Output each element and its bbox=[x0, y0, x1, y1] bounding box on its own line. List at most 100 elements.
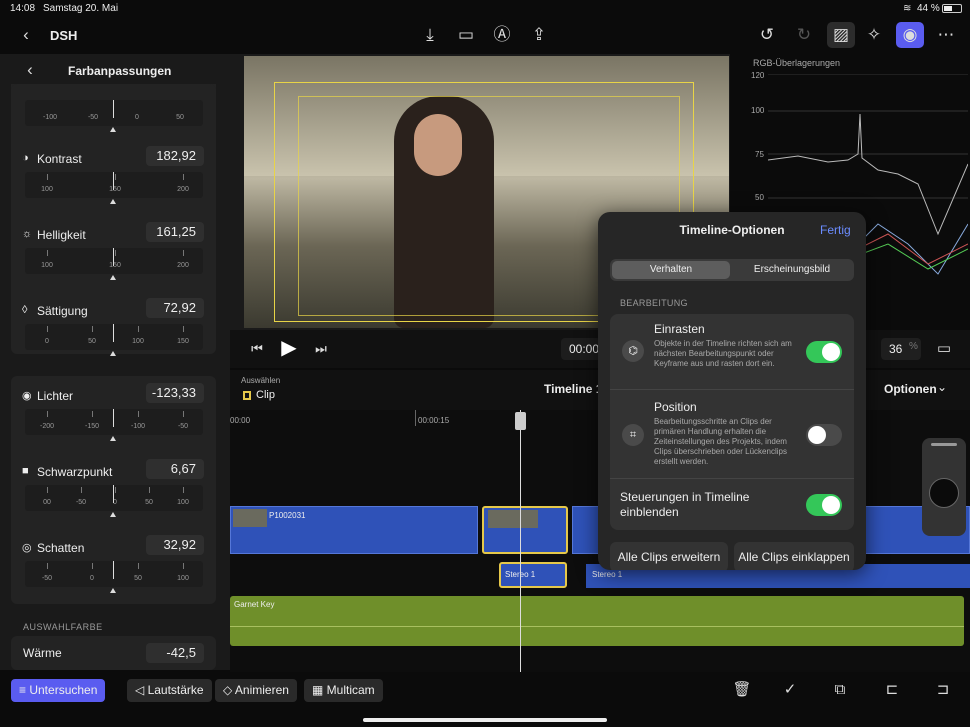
skip-forward-icon[interactable]: ⏭ bbox=[307, 336, 335, 362]
done-button[interactable]: Fertig bbox=[820, 223, 851, 237]
inspector-icon[interactable]: ◉ bbox=[896, 22, 924, 48]
clip-thumb bbox=[233, 509, 267, 527]
tab-behavior[interactable]: Verhalten bbox=[612, 261, 730, 279]
scope-tick-50: 50 bbox=[755, 193, 764, 202]
slider-tick bbox=[183, 487, 184, 493]
param-slider[interactable]: 100 150 200 bbox=[25, 172, 203, 204]
ruler-mark bbox=[415, 410, 416, 426]
playhead[interactable] bbox=[520, 410, 521, 672]
slider-tick-label: 100 bbox=[41, 186, 53, 193]
options-button[interactable]: Optionen bbox=[884, 382, 937, 396]
param-value[interactable]: -123,33 bbox=[146, 383, 204, 403]
clip-selected[interactable] bbox=[482, 506, 568, 554]
warmth-value[interactable]: -42,5 bbox=[146, 643, 204, 663]
highlights-icon: ◉ bbox=[22, 390, 32, 402]
ruler-start: 00:00 bbox=[230, 416, 251, 425]
speaker-icon: ◁ bbox=[135, 683, 148, 697]
param-value[interactable]: 32,92 bbox=[146, 535, 204, 555]
slider-tick bbox=[138, 563, 139, 569]
jog-control[interactable] bbox=[922, 438, 966, 536]
segmented-control: Verhalten Erscheinungsbild bbox=[610, 259, 854, 281]
snap-toggle[interactable] bbox=[806, 341, 842, 363]
position-icon: ⌗ bbox=[622, 424, 644, 446]
volume-button[interactable]: ◁ Lautstärke bbox=[127, 679, 212, 702]
top-ruler[interactable]: -100 -50 0 50 bbox=[25, 100, 203, 132]
expand-all-button[interactable]: Alle Clips erweitern bbox=[610, 542, 728, 570]
timeline-options-popover: Timeline-Optionen Fertig Verhalten Ersch… bbox=[598, 212, 866, 570]
contrast-icon: ◑ bbox=[22, 152, 29, 164]
param-slider[interactable]: 0 50 100 150 bbox=[25, 324, 203, 356]
param-slider[interactable]: -50 0 50 100 bbox=[25, 561, 203, 593]
clip-main-label: P1002031 bbox=[269, 511, 306, 520]
jog-wheel-icon[interactable] bbox=[929, 478, 959, 508]
slider-marker bbox=[110, 351, 116, 356]
slider-tick bbox=[149, 487, 150, 493]
share-icon[interactable]: ⇪ bbox=[525, 22, 553, 48]
multicam-button[interactable]: ▦ Multicam bbox=[304, 679, 383, 702]
slider-indicator bbox=[113, 409, 114, 427]
trim-end-icon[interactable]: ⊐ bbox=[929, 677, 957, 703]
param-row-kontrast: ◑ Kontrast 182,92 100 150 200 bbox=[11, 142, 216, 218]
photo-icon[interactable]: ▨ bbox=[827, 22, 855, 48]
chevron-left-icon[interactable]: ‹ bbox=[16, 57, 44, 83]
animate-button[interactable]: ◇ Animieren bbox=[215, 679, 297, 702]
slider-indicator bbox=[113, 324, 114, 342]
effects-icon[interactable]: ✧ bbox=[860, 22, 888, 48]
select-value[interactable]: Clip bbox=[256, 389, 275, 401]
slider-indicator bbox=[113, 248, 114, 266]
display-icon[interactable]: ▭ bbox=[930, 336, 958, 362]
tab-appearance[interactable]: Erscheinungsbild bbox=[732, 261, 852, 279]
redo-icon[interactable]: ↻ bbox=[790, 22, 818, 48]
color-adjustments-panel: ‹ Farbanpassungen -100 -50 0 50 ◑ Kontras… bbox=[0, 54, 230, 670]
position-toggle[interactable] bbox=[806, 424, 842, 446]
trash-icon[interactable]: 🗑 bbox=[728, 677, 756, 703]
param-slider[interactable]: -200 -150 -100 -50 bbox=[25, 409, 203, 441]
param-value[interactable]: 182,92 bbox=[146, 146, 204, 166]
battery-icon bbox=[942, 4, 962, 13]
bottom-toolbar: ≡ Untersuchen ◁ Lautstärke ◇ Animieren ▦… bbox=[0, 672, 970, 727]
param-slider[interactable]: 100 150 200 bbox=[25, 248, 203, 280]
slider-tick bbox=[81, 487, 82, 493]
grid-icon: ▦ bbox=[312, 683, 327, 697]
slider-tick-label: -50 bbox=[75, 499, 87, 506]
clip-main[interactable]: P1002031 bbox=[230, 506, 478, 554]
checkmark-icon[interactable]: ✓ bbox=[776, 677, 804, 703]
param-value[interactable]: 72,92 bbox=[146, 298, 204, 318]
trim-start-icon[interactable]: ⊏ bbox=[878, 677, 906, 703]
chevron-left-icon[interactable]: ‹ bbox=[12, 22, 40, 48]
brightness-icon: ☼ bbox=[22, 228, 33, 240]
slider-tick-label: 0 bbox=[90, 575, 94, 582]
position-desc: Bearbeitungsschritte an Clips der primär… bbox=[654, 417, 787, 466]
collapse-all-button[interactable]: Alle Clips einklappen bbox=[734, 542, 854, 570]
param-value[interactable]: 6,67 bbox=[146, 459, 204, 479]
status-bar: 14:08 Samstag 20. Mai ≋ 44 % bbox=[0, 0, 970, 18]
play-icon[interactable]: ▶ bbox=[275, 335, 303, 361]
slider-marker bbox=[110, 436, 116, 441]
camera-icon[interactable]: ▭ bbox=[452, 22, 480, 48]
panel-title: Farbanpassungen bbox=[68, 64, 172, 78]
import-icon[interactable]: ⤓ bbox=[416, 22, 444, 48]
slider-tick bbox=[92, 326, 93, 332]
param-slider[interactable]: 00 -50 0 50 100 bbox=[25, 485, 203, 517]
param-label: Schwarzpunkt bbox=[37, 465, 113, 479]
playhead-handle[interactable] bbox=[515, 412, 526, 430]
slider-tick-label: 50 bbox=[88, 338, 96, 345]
slider-tick bbox=[183, 411, 184, 417]
project-title: DSH bbox=[50, 28, 78, 43]
split-icon[interactable]: ⧉ bbox=[826, 677, 854, 703]
skip-back-icon[interactable]: ⏮ bbox=[243, 336, 271, 362]
slider-tick-label: 150 bbox=[109, 262, 121, 269]
slider-tick-label: 200 bbox=[177, 262, 189, 269]
voiceover-icon[interactable]: Ⓐ bbox=[488, 22, 516, 48]
timeline-name: Timeline 1 bbox=[544, 382, 603, 396]
param-value[interactable]: 161,25 bbox=[146, 222, 204, 242]
garnet-key-clip[interactable]: Garnet Key bbox=[230, 596, 964, 646]
controls-toggle[interactable] bbox=[806, 494, 842, 516]
inspect-button[interactable]: ≡ Untersuchen bbox=[11, 679, 106, 702]
more-icon[interactable]: ⋯ bbox=[932, 22, 960, 48]
undo-icon[interactable]: ↺ bbox=[753, 22, 781, 48]
controls-title: Steuerungen in Timeline einblenden bbox=[620, 490, 750, 519]
slider-tick bbox=[138, 326, 139, 332]
slider-tick bbox=[47, 487, 48, 493]
audio-clip-selected[interactable]: Stereo 1 bbox=[499, 562, 567, 588]
